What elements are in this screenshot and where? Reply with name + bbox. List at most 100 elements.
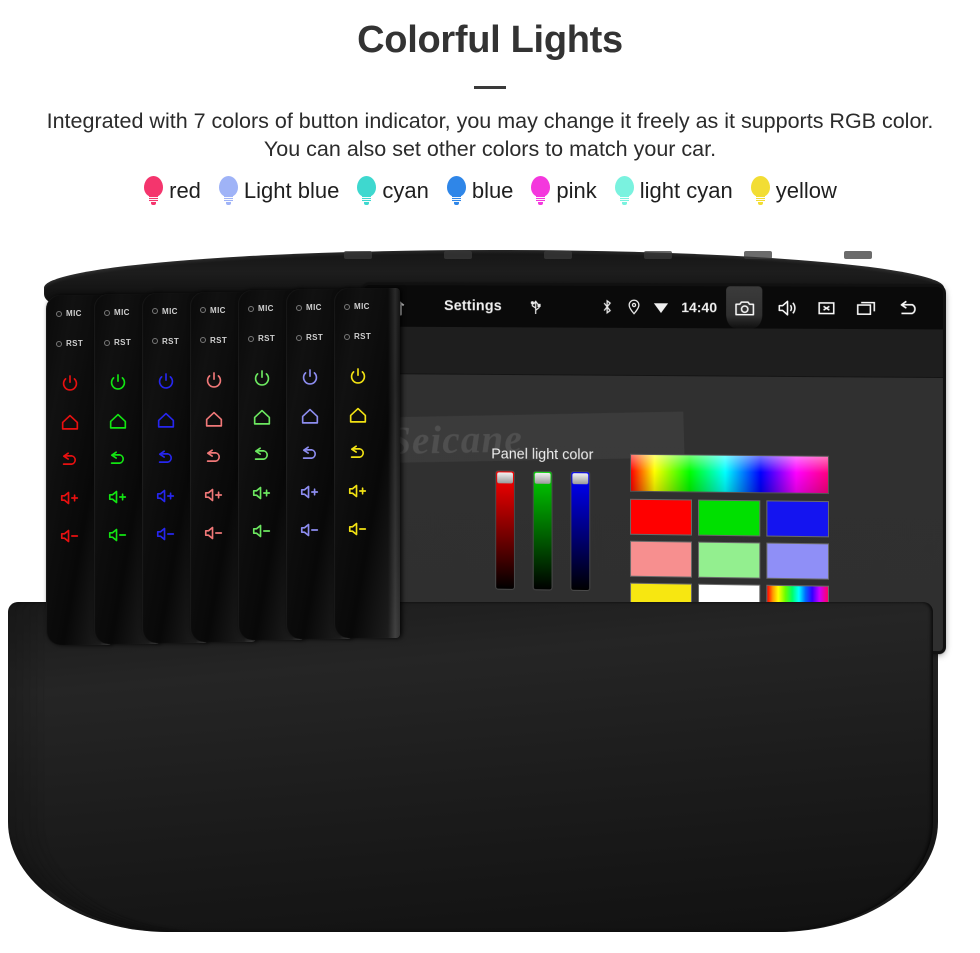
rgb-sliders [495,470,591,592]
led-indicator-mic: MIC [152,307,178,316]
volume-icon[interactable] [771,292,801,322]
volume-up-icon[interactable] [59,487,81,509]
led-indicator-rst: RST [344,332,371,341]
led-indicator-mic: MIC [344,302,370,311]
power-icon[interactable] [299,367,321,389]
bulb-icon [356,175,377,206]
led-indicator-rst: RST [296,333,323,342]
recents-icon[interactable] [850,293,880,323]
home-icon[interactable] [347,404,369,426]
volume-down-icon[interactable] [203,522,225,544]
slider-red-channel[interactable] [495,470,515,590]
lip-notch [644,251,672,259]
power-icon[interactable] [59,373,81,395]
swatch-blue[interactable] [766,500,829,538]
swatch-red[interactable] [630,498,693,536]
legend-label: cyan [382,177,429,203]
slider-green-channel[interactable] [532,470,553,591]
led-dot-icon [296,334,302,341]
led-label: MIC [354,302,370,311]
led-dot-icon [56,310,62,317]
led-indicator-mic: MIC [296,303,322,312]
led-indicator-rst: RST [200,336,227,345]
home-icon[interactable] [203,408,225,430]
power-icon[interactable] [251,368,273,390]
app-bar [363,326,943,379]
panel-gloss [388,288,400,638]
led-label: RST [114,338,132,347]
lip-notch [544,251,572,259]
volume-up-icon[interactable] [347,480,369,502]
led-dot-icon [296,304,302,311]
back-arrow-icon[interactable] [890,293,929,323]
home-icon[interactable] [299,405,321,427]
home-icon[interactable] [59,411,81,433]
swatch-green[interactable] [698,499,761,537]
status-bar-clock: 14:40 [681,299,718,316]
led-indicator-rst: RST [104,338,131,347]
bluetooth-icon [598,298,616,316]
led-label: RST [306,333,324,343]
back-icon[interactable] [347,442,369,464]
led-dot-icon [248,305,254,312]
led-label: RST [66,339,84,349]
chassis-ghost-layer [43,602,933,932]
volume-down-icon[interactable] [299,519,321,541]
back-icon[interactable] [299,443,321,465]
back-icon[interactable] [251,444,273,466]
home-icon[interactable] [107,410,129,432]
volume-down-icon[interactable] [251,520,273,542]
volume-up-icon[interactable] [203,484,225,506]
volume-up-icon[interactable] [251,482,273,504]
power-icon[interactable] [107,372,129,394]
close-box-icon[interactable] [811,293,841,323]
page-subtitle: Integrated with 7 colors of button indic… [46,108,934,162]
volume-down-icon[interactable] [59,525,81,547]
volume-down-icon[interactable] [107,524,129,546]
status-bar-title: Settings [444,298,502,315]
camera-icon[interactable] [726,286,763,329]
home-icon[interactable] [251,406,273,428]
led-label: MIC [210,305,226,315]
lip-notch [444,251,472,259]
legend-item-pink: pink [530,175,597,206]
led-dot-icon [104,309,110,316]
hue-gradient-bar[interactable] [630,453,829,495]
bulb-icon [750,175,771,206]
button-panel-yellow: MIC RST [334,288,400,638]
swatch-light-red[interactable] [630,540,693,578]
android-status-bar: Settings 14:40 [363,285,943,330]
power-icon[interactable] [155,371,177,393]
volume-down-icon[interactable] [347,518,369,540]
bulb-icon [446,175,467,206]
swatch-light-green[interactable] [698,541,761,579]
home-icon[interactable] [155,409,177,431]
legend-label: blue [471,177,514,203]
swatch-light-blue[interactable] [766,542,829,580]
led-indicator-rst: RST [248,334,275,343]
slider-thumb[interactable] [534,472,551,484]
power-icon[interactable] [203,370,225,392]
slider-thumb[interactable] [497,472,513,484]
slider-blue-channel[interactable] [570,471,591,592]
wifi-icon [652,298,670,316]
back-icon[interactable] [203,446,225,468]
power-icon[interactable] [347,366,369,388]
back-icon[interactable] [59,449,81,471]
back-icon[interactable] [107,448,129,470]
volume-up-icon[interactable] [107,486,129,508]
led-dot-icon [344,303,350,310]
volume-down-icon[interactable] [155,523,177,545]
legend-item-light-cyan: light cyan [614,175,733,206]
back-icon[interactable] [155,447,177,469]
legend-item-light-blue: Light blue [218,175,339,206]
slider-thumb[interactable] [572,473,589,485]
volume-up-icon[interactable] [155,485,177,507]
led-label: MIC [162,306,178,316]
led-dot-icon [200,337,206,344]
volume-up-icon[interactable] [299,481,321,503]
head-unit-stack: Seicane Seicane MICRSTMICRSTMICRSTMICRST… [0,250,980,952]
led-label: MIC [114,308,130,317]
bulb-icon [614,175,635,206]
lip-notch [744,251,772,259]
